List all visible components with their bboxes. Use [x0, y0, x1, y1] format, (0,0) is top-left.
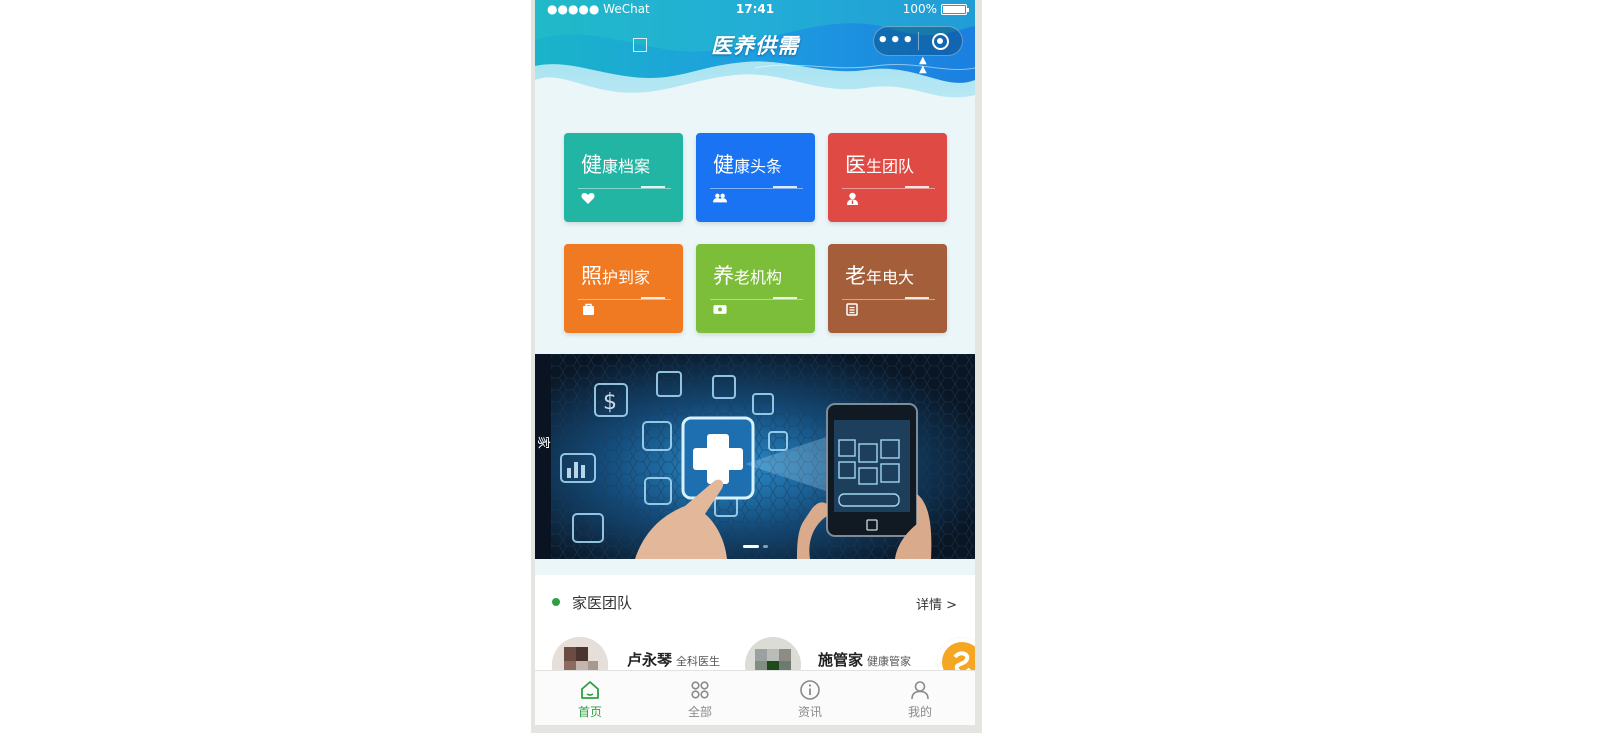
tile-divider: [578, 299, 671, 300]
user-icon: [911, 681, 929, 700]
member-role: 全科医生: [676, 655, 721, 668]
tile-label-first: 老: [845, 264, 866, 288]
tab-news[interactable]: 资讯: [755, 671, 865, 725]
tile-divider: [710, 299, 803, 300]
tile-label: 医生团队: [845, 149, 914, 179]
tile-elderly-institution[interactable]: 养老机构: [696, 244, 815, 333]
tab-mine[interactable]: 我的: [865, 671, 975, 725]
tile-label-first: 健: [713, 153, 734, 177]
tile-label: 养老机构: [713, 260, 782, 290]
tile-label: 老年电大: [845, 260, 914, 290]
tile-label-first: 医: [845, 153, 866, 177]
tab-label: 我的: [907, 705, 932, 719]
book-icon: [845, 302, 859, 316]
tile-doctor-team[interactable]: 医生团队: [828, 133, 947, 222]
tile-label-rest: 年电大: [866, 268, 915, 287]
miniprogram-capsule: •••: [873, 26, 963, 56]
bag-icon: [581, 302, 595, 316]
tile-label: 健康档案: [581, 149, 650, 179]
tile-divider: [842, 299, 935, 300]
tile-label-first: 健: [581, 153, 602, 177]
tab-label: 首页: [577, 705, 602, 719]
bottom-tab-bar: 首页 全部 资讯 我的: [535, 670, 975, 725]
section-title: 家医团队: [572, 594, 633, 612]
section-header: 家医团队 详情 >: [535, 575, 975, 627]
tile-divider: [710, 188, 803, 189]
tile-label-rest: 康头条: [734, 157, 783, 176]
tile-health-record[interactable]: 健康档案: [564, 133, 683, 222]
member-card[interactable]: 卢永琴 全科医生: [627, 649, 720, 670]
tile-divider-accent: [773, 186, 797, 188]
tile-divider-accent: [773, 297, 797, 299]
carousel-indicator: [535, 545, 975, 548]
tile-home-care[interactable]: 照护到家: [564, 244, 683, 333]
tile-label-rest: 生团队: [866, 157, 915, 176]
svg-text:$: $: [603, 390, 617, 415]
doctor-icon: [845, 191, 859, 205]
tile-label-rest: 康档案: [602, 157, 651, 176]
tile-label-first: 养: [713, 264, 734, 288]
pull-indicator-icon: ▲ ▲: [919, 55, 927, 75]
info-icon: [800, 680, 820, 700]
battery-percent: 100%: [902, 2, 937, 16]
battery-status: 100%: [902, 2, 969, 16]
tile-senior-university[interactable]: 老年电大: [828, 244, 947, 333]
tab-label: 全部: [687, 705, 712, 719]
tab-label: 资讯: [797, 705, 822, 719]
tile-label-rest: 老机构: [734, 268, 783, 287]
home-icon: [581, 681, 599, 699]
member-card[interactable]: 施管家 健康管家: [818, 649, 911, 670]
target-icon: [931, 32, 949, 50]
member-name: 施管家: [818, 651, 864, 669]
status-bar: ●●●●● WeChat 17:41 100%: [535, 0, 975, 20]
banner-carousel[interactable]: 家 $: [535, 354, 975, 559]
carousel-dot-active[interactable]: [742, 545, 759, 548]
tile-divider-accent: [641, 297, 665, 299]
member-name: 卢永琴: [627, 651, 673, 669]
battery-icon: [941, 3, 969, 15]
tab-all[interactable]: 全部: [645, 671, 755, 725]
tile-divider: [842, 188, 935, 189]
tile-label: 健康头条: [713, 149, 782, 179]
svg-text:家: 家: [535, 436, 551, 449]
more-button[interactable]: •••: [874, 26, 918, 56]
tile-divider-accent: [905, 297, 929, 299]
tile-divider: [578, 188, 671, 189]
section-marker-dot: [552, 598, 560, 606]
grid-icon: [691, 681, 709, 699]
heart-icon: [581, 191, 595, 205]
details-link[interactable]: 详情 >: [916, 594, 957, 613]
tile-label-first: 照: [581, 264, 602, 288]
tile-label: 照护到家: [581, 260, 650, 290]
people-icon: [713, 191, 727, 205]
phone-screen: ●●●●● WeChat 17:41 100% 医养供需 ••• ▲ ▲ 健康档案…: [535, 0, 975, 725]
header: ●●●●● WeChat 17:41 100% 医养供需 ••• ▲ ▲: [535, 0, 975, 110]
tile-divider-accent: [641, 186, 665, 188]
tile-divider-accent: [905, 186, 929, 188]
tab-home[interactable]: 首页: [535, 671, 645, 725]
close-miniprogram-button[interactable]: [918, 32, 962, 50]
carousel-dot[interactable]: [762, 545, 768, 548]
banner-image: 家 $: [535, 354, 975, 559]
tile-label-rest: 护到家: [602, 268, 651, 287]
tile-health-news[interactable]: 健康头条: [696, 133, 815, 222]
member-role: 健康管家: [867, 655, 912, 668]
card-icon: [713, 302, 727, 316]
